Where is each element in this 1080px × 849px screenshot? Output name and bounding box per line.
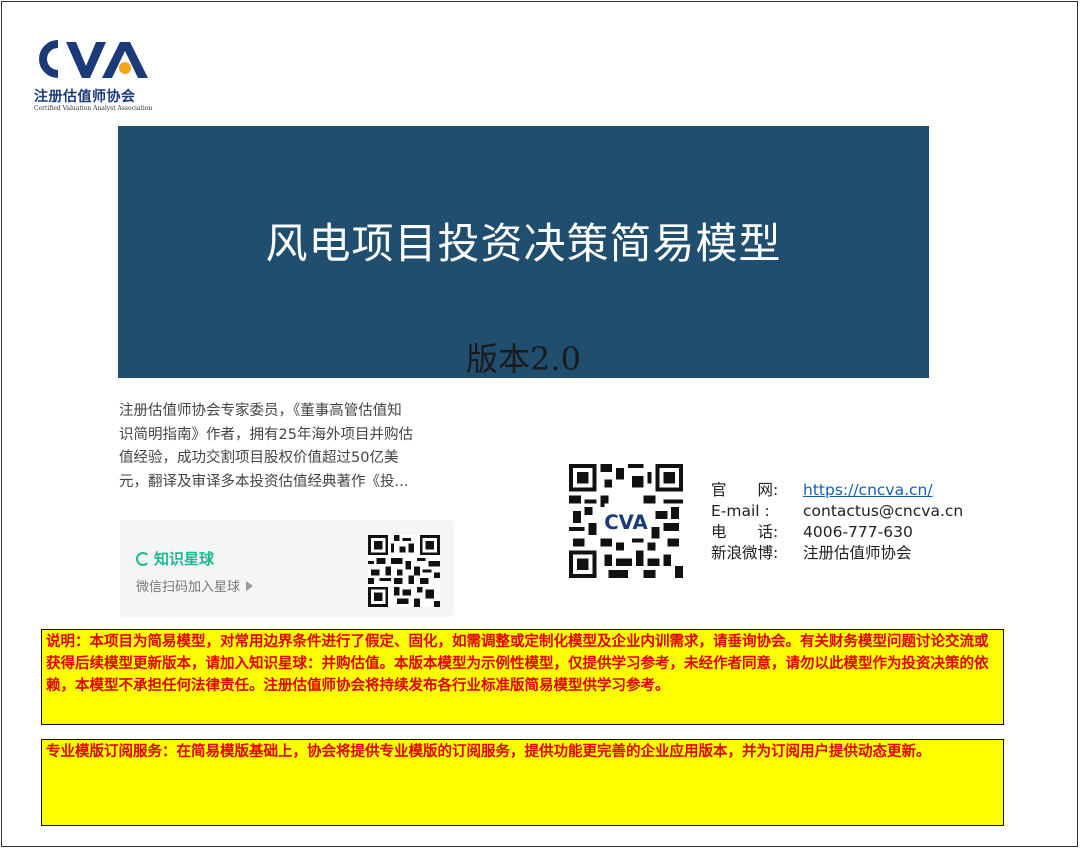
planet-subtitle-label: 微信扫码加入星球 [136, 580, 241, 595]
intro-line: 注册估值师协会专家委员，《董事高管估值知 [119, 403, 402, 419]
model-title: 风电项目投资决策简易模型 [265, 219, 782, 268]
planet-brand: 知识星球 [136, 548, 214, 569]
logo-chinese-name: 注册估值师协会 [34, 89, 136, 105]
email-value: contactus@cncva.cn [803, 502, 964, 520]
model-version: 版本2.0 [466, 340, 581, 378]
planet-subtitle: 微信扫码加入星球 [136, 576, 254, 595]
weibo-value: 注册估值师协会 [803, 544, 912, 562]
author-intro: 注册估值师协会专家委员，《董事高管估值知 识简明指南》作者，拥有25年海外项目并… [119, 400, 459, 494]
contact-phone-row: 电 话: 4006-777-630 [711, 522, 963, 543]
intro-line: 识简明指南》作者，拥有25年海外项目并购估 [119, 426, 413, 443]
intro-line: 值经验，成功交割项目股权价值超过50亿美 [119, 450, 399, 466]
phone-value: 4006-777-630 [803, 523, 913, 541]
svg-text:CVA: CVA [604, 511, 648, 534]
disclaimer-note: 说明：本项目为简易模型，对常用边界条件进行了假定、固化，如需调整或定制化模型及企… [41, 629, 1004, 725]
cva-logo-mark [39, 40, 148, 78]
cva-qr-code-icon: CVA [569, 464, 683, 578]
planet-qr-code-icon [368, 535, 440, 607]
weibo-label: 新浪微博: [711, 544, 779, 562]
contact-website-row: 官 网: https://cncva.cn/ [711, 480, 963, 501]
subscription-note: 专业模版订阅服务：在简易模版基础上，协会将提供专业模版的订阅服务，提供功能更完善… [41, 739, 1004, 826]
website-link[interactable]: https://cncva.cn/ [803, 480, 933, 501]
knowledge-planet-card[interactable]: 知识星球 微信扫码加入星球 [120, 520, 454, 617]
email-label: E-mail : [711, 502, 770, 520]
planet-brand-label: 知识星球 [154, 550, 215, 568]
cva-logo: 注册估值师协会 Certified Valuation Analyst Asso… [30, 36, 160, 116]
phone-label: 电 话: [711, 523, 779, 541]
contact-info: 官 网: https://cncva.cn/ E-mail : contactu… [711, 480, 963, 564]
website-label: 官 网: [711, 481, 779, 499]
planet-logo-icon [136, 551, 150, 566]
intro-line: 元，翻译及审译多本投资估值经典著作《投... [119, 473, 409, 490]
contact-weibo-row: 新浪微博: 注册估值师协会 [711, 543, 963, 564]
contact-email-row: E-mail : contactus@cncva.cn [711, 501, 963, 522]
play-icon [246, 580, 254, 591]
logo-english-name: Certified Valuation Analyst Association [34, 105, 153, 112]
